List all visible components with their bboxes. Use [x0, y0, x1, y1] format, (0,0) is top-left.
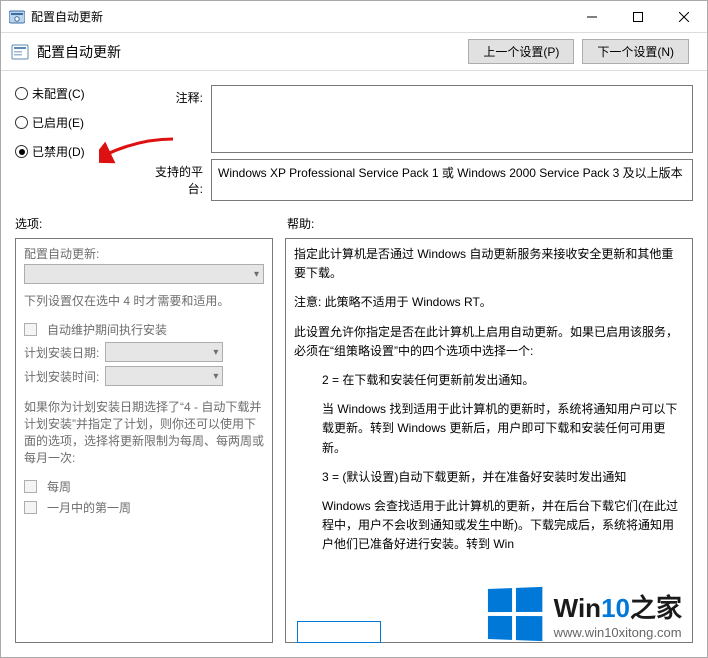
help-p7: Windows 会查找适用于此计算机的更新，并在后台下载它们(在此过程中，用户不…	[294, 497, 684, 555]
help-p2: 注意: 此策略不适用于 Windows RT。	[294, 293, 684, 312]
titlebar: 配置自动更新	[1, 1, 707, 33]
radio-not-configured-label: 未配置(C)	[32, 85, 85, 102]
option-paragraph: 如果你为计划安装日期选择了“4 - 自动下载并计划安装”并指定了计划，则你还可以…	[24, 398, 264, 466]
radio-disabled[interactable]: 已禁用(D)	[15, 143, 127, 160]
install-time-label: 计划安装时间:	[24, 368, 99, 385]
checkbox-first-week[interactable]: 一月中的第一周	[24, 499, 264, 516]
radio-enabled-label: 已启用(E)	[32, 114, 84, 131]
install-date-label: 计划安装日期:	[24, 344, 99, 361]
help-panel[interactable]: 指定此计算机是否通过 Windows 自动更新服务来接收安全更新和其他重要下载。…	[285, 238, 693, 643]
install-time-dropdown[interactable]	[105, 366, 223, 386]
checkbox-weekly[interactable]: 每周	[24, 478, 264, 495]
next-setting-button[interactable]: 下一个设置(N)	[582, 39, 689, 64]
checkbox-icon	[24, 480, 37, 493]
option-config-label: 配置自动更新:	[24, 245, 264, 262]
radio-disabled-label: 已禁用(D)	[32, 143, 85, 160]
help-p1: 指定此计算机是否通过 Windows 自动更新服务来接收安全更新和其他重要下载。	[294, 245, 684, 283]
comment-textarea[interactable]	[211, 85, 693, 153]
option-note: 下列设置仅在选中 4 时才需要和适用。	[24, 292, 264, 309]
config-area: 未配置(C) 已启用(E) 已禁用(D) 注释:	[1, 71, 707, 205]
checkbox-icon	[24, 323, 37, 336]
checkbox-first-week-label: 一月中的第一周	[47, 499, 131, 516]
help-p5: 当 Windows 找到适用于此计算机的更新时，系统将通知用户可以下载更新。转到…	[294, 400, 684, 458]
comment-label: 注释:	[143, 85, 203, 106]
options-panel[interactable]: 配置自动更新: 下列设置仅在选中 4 时才需要和适用。 自动维护期间执行安装 计…	[15, 238, 273, 643]
window-title: 配置自动更新	[31, 8, 103, 25]
supported-platform-box: Windows XP Professional Service Pack 1 或…	[211, 159, 693, 201]
panels: 配置自动更新: 下列设置仅在选中 4 时才需要和适用。 自动维护期间执行安装 计…	[1, 234, 707, 657]
previous-setting-button[interactable]: 上一个设置(P)	[468, 39, 574, 64]
platform-label: 支持的平台:	[143, 159, 203, 197]
options-label: 选项:	[15, 215, 273, 232]
page-title: 配置自动更新	[37, 42, 121, 62]
install-date-dropdown[interactable]	[105, 342, 223, 362]
radio-not-configured[interactable]: 未配置(C)	[15, 85, 127, 102]
checkbox-weekly-label: 每周	[47, 478, 71, 495]
minimize-button[interactable]	[569, 2, 615, 32]
radio-group: 未配置(C) 已启用(E) 已禁用(D)	[15, 85, 127, 201]
gpedit-window: 配置自动更新 配置自动更新	[0, 0, 708, 658]
config-dropdown[interactable]	[24, 264, 264, 284]
checkbox-maintenance-label: 自动维护期间执行安装	[47, 321, 167, 338]
help-label: 帮助:	[287, 215, 314, 232]
radio-enabled[interactable]: 已启用(E)	[15, 114, 127, 131]
help-p6: 3 = (默认设置)自动下载更新，并在准备好安装时发出通知	[294, 468, 684, 487]
dialog-button[interactable]	[297, 621, 381, 643]
checkbox-maintenance[interactable]: 自动维护期间执行安装	[24, 321, 264, 338]
help-p3: 此设置允许你指定是否在此计算机上启用自动更新。如果已启用该服务，必须在“组策略设…	[294, 323, 684, 361]
help-p4: 2 = 在下载和安装任何更新前发出通知。	[294, 371, 684, 390]
maximize-button[interactable]	[615, 2, 661, 32]
policy-icon	[11, 43, 29, 61]
header-row: 配置自动更新 上一个设置(P) 下一个设置(N)	[1, 33, 707, 71]
supported-platform-text: Windows XP Professional Service Pack 1 或…	[218, 166, 683, 180]
close-button[interactable]	[661, 2, 707, 32]
checkbox-icon	[24, 501, 37, 514]
app-icon	[9, 9, 25, 25]
window-controls	[569, 2, 707, 32]
